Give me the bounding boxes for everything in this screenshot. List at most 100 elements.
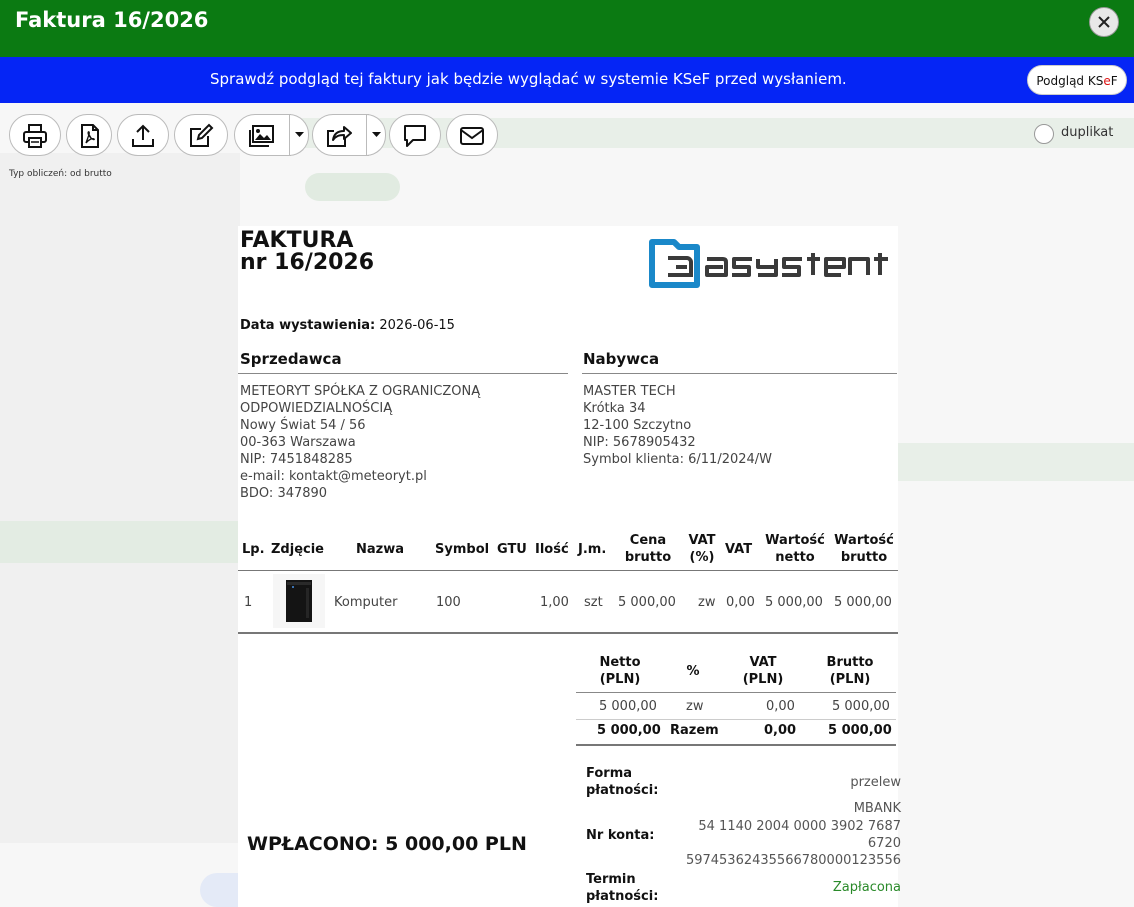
summary-header-divider — [576, 692, 896, 693]
payment-status: Zapłacona — [832, 880, 901, 895]
account-number-l2: 6720 — [867, 836, 901, 851]
col-vat: VAT — [725, 542, 753, 557]
col-vat-rate: VAT (%) — [684, 532, 720, 566]
summary-col-gross-l2: (PLN) — [829, 672, 871, 687]
share-button[interactable] — [312, 114, 369, 156]
issue-date-label: Data wystawienia: — [240, 318, 376, 333]
seller-line: NIP: 7451848285 — [240, 452, 353, 467]
buyer-line: 12-100 Szczytno — [583, 418, 692, 433]
chevron-down-icon — [372, 132, 381, 137]
summary-col-net: Netto (PLN) — [584, 654, 656, 688]
item-vat: 0,00 — [726, 595, 755, 610]
buyer-line: MASTER TECH — [583, 384, 676, 399]
summary-total-gross: 5 000,00 — [828, 723, 892, 738]
invoice-heading-title: FAKTURA — [240, 228, 354, 253]
item-photo — [273, 574, 325, 628]
paid-amount: WPŁACONO: 5 000,00 PLN — [247, 833, 527, 855]
mail-icon — [460, 127, 484, 145]
window-title: Faktura 16/2026 — [15, 8, 209, 32]
calc-type-label: Typ obliczeń: od brutto — [9, 169, 112, 179]
item-qty: 1,00 — [540, 595, 569, 610]
col-photo: Zdjęcie — [271, 542, 324, 557]
print-button[interactable] — [9, 114, 61, 156]
buyer-line: Symbol klienta: 6/11/2024/W — [583, 452, 773, 467]
col-gross-l1: Wartość — [834, 533, 894, 548]
pdf-icon — [81, 124, 99, 148]
col-unit: J.m. — [578, 542, 607, 557]
summary-total-label: Razem — [670, 723, 719, 738]
summary-total-vat: 0,00 — [764, 723, 797, 738]
print-icon — [23, 124, 47, 148]
seller-line: Nowy Świat 54 / 56 — [240, 418, 366, 433]
col-symbol: Symbol — [435, 542, 490, 557]
summary-col-vat-l2: (PLN) — [742, 672, 784, 687]
payment-form-label: Forma płatności: — [586, 765, 658, 799]
seller-line: 00-363 Warszawa — [240, 435, 356, 450]
company-logo — [648, 232, 898, 298]
seller-line: ODPOWIEDZIALNOŚCIĄ — [240, 401, 393, 416]
payment-form-value: przelew — [850, 775, 901, 790]
summary-row-divider — [576, 719, 896, 720]
col-price: Cena brutto — [620, 532, 676, 566]
payment-term-label-l2: płatności: — [586, 889, 659, 904]
bank-name: MBANK — [853, 801, 901, 816]
summary-pct: zw — [686, 699, 704, 714]
payment-term-label: Termin płatności: — [586, 871, 658, 905]
seller-line: e-mail: kontakt@meteoryt.pl — [240, 469, 427, 484]
items-header-divider — [238, 570, 898, 571]
col-gross: Wartość brutto — [833, 532, 895, 566]
invoice-document: FAKTURA nr 16/2026 Data wystawienia: 202… — [238, 226, 901, 907]
item-net: 5 000,00 — [765, 595, 823, 610]
upload-icon — [132, 124, 154, 147]
summary-col-pct: % — [686, 664, 700, 679]
edit-icon — [190, 123, 214, 147]
buyer-details: MASTER TECH Krótka 34 12-100 Szczytno NI… — [583, 383, 772, 468]
col-qty: Ilość — [535, 542, 569, 557]
summary-col-net-l1: Netto — [599, 655, 641, 670]
col-name: Nazwa — [356, 542, 405, 557]
buyer-line: Krótka 34 — [583, 401, 646, 416]
comment-button[interactable] — [389, 114, 441, 156]
summary-gross: 5 000,00 — [832, 699, 890, 714]
account-label: Nr konta: — [586, 828, 655, 843]
items-bottom-divider — [238, 632, 898, 634]
pdf-button[interactable] — [66, 114, 112, 156]
close-button[interactable] — [1089, 7, 1119, 37]
ksef-button-label-accent: e — [1103, 74, 1111, 88]
col-vat-rate-l1: VAT — [688, 533, 716, 548]
col-lp: Lp. — [242, 542, 265, 557]
close-icon — [1098, 16, 1110, 28]
share-icon — [327, 126, 352, 147]
item-gross: 5 000,00 — [834, 595, 892, 610]
ksef-preview-button[interactable]: Podgląd KSeF — [1027, 65, 1127, 95]
summary-total-net: 5 000,00 — [597, 723, 661, 738]
item-price: 5 000,00 — [618, 595, 676, 610]
issue-date-value: 2026-06-15 — [379, 318, 455, 333]
seller-divider — [238, 373, 568, 374]
email-button[interactable] — [446, 114, 498, 156]
account-number: 54 1140 2004 0000 3902 7687 6720 5974536… — [686, 818, 901, 869]
summary-col-gross: Brutto (PLN) — [815, 654, 885, 688]
account-number-l3: 59745362435566780000123556 — [685, 853, 901, 868]
images-button[interactable] — [234, 114, 291, 156]
title-bar: Faktura 16/2026 — [0, 0, 1134, 57]
summary-col-vat: VAT (PLN) — [728, 654, 798, 688]
edit-button[interactable] — [174, 114, 228, 156]
seller-line: BDO: 347890 — [240, 486, 328, 501]
buyer-divider — [582, 373, 897, 374]
summary-total-divider — [576, 744, 896, 746]
invoice-heading: FAKTURA nr 16/2026 — [240, 230, 374, 274]
payment-term-label-l1: Termin — [586, 872, 636, 887]
item-unit: szt — [584, 595, 603, 610]
invoice-heading-number: nr 16/2026 — [240, 250, 375, 275]
seller-details: METEORYT SPÓŁKA Z OGRANICZONĄ ODPOWIEDZI… — [240, 383, 480, 502]
summary-col-net-l2: (PLN) — [599, 672, 641, 687]
summary-col-gross-l1: Brutto — [826, 655, 874, 670]
duplicate-radio[interactable] — [1034, 124, 1054, 144]
col-gtu: GTU — [497, 542, 527, 557]
col-price-l1: Cena — [629, 533, 667, 548]
ksef-button-label-suffix: F — [1110, 74, 1118, 88]
export-button[interactable] — [117, 114, 169, 156]
item-symbol: 100 — [436, 595, 461, 610]
col-gross-l2: brutto — [840, 550, 888, 565]
